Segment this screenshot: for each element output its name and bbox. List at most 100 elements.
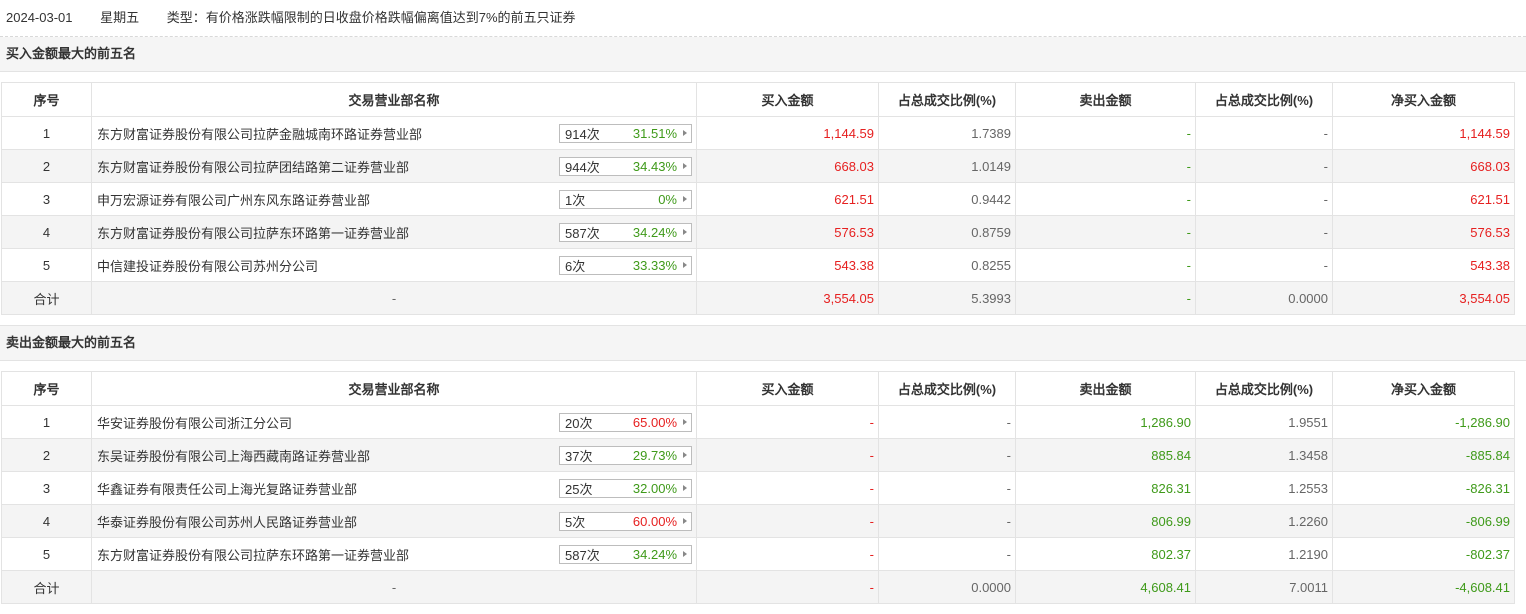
list-count: 944次	[565, 159, 600, 175]
net-amount: 621.51	[1332, 182, 1515, 216]
buy-amount: -	[696, 504, 879, 538]
broker-cell: 申万宏源证券有限公司广州东风东路证券营业部 1次 0%	[91, 182, 697, 216]
win-rate: 65.00%	[632, 414, 677, 430]
buy-amount: 576.53	[696, 215, 879, 249]
broker-name[interactable]: 申万宏源证券有限公司广州东风东路证券营业部	[97, 190, 370, 209]
net-amount: 543.38	[1332, 248, 1515, 282]
table-row: 2 东吴证券股份有限公司上海西藏南路证券营业部 37次 29.73% - -885.84 1…	[1, 438, 1515, 472]
win-rate: 34.43%	[632, 158, 677, 174]
sell-ratio: -	[1195, 248, 1333, 282]
win-rate: 34.24%	[632, 224, 677, 240]
broker-stats-button[interactable]: 25次 32.00%	[559, 478, 692, 498]
broker-stats-button[interactable]: 20次 65.00%	[559, 412, 692, 432]
broker-name-wrap: 华鑫证券有限责任公司上海光复路证券营业部 25次 32.00%	[92, 478, 696, 498]
col-name: 交易营业部名称	[91, 82, 697, 117]
broker-name[interactable]: 东方财富证券股份有限公司拉萨东环路第一证券营业部	[97, 223, 409, 242]
total-sell-ratio: 0.0000	[1195, 281, 1333, 315]
weekday: 星期五	[100, 10, 140, 25]
broker-stats-button[interactable]: 914次 31.51%	[559, 123, 692, 143]
table-row: 3 华鑫证券有限责任公司上海光复路证券营业部 25次 32.00% - -826.31 1.…	[1, 471, 1515, 505]
broker-cell: 东方财富证券股份有限公司拉萨金融城南环路证券营业部 914次 31.51%	[91, 116, 697, 150]
broker-stats-button[interactable]: 944次 34.43%	[559, 156, 692, 176]
table-row: 3 申万宏源证券有限公司广州东风东路证券营业部 1次 0% 621.51 0.9442- -…	[1, 182, 1515, 216]
broker-name[interactable]: 东方财富证券股份有限公司拉萨团结路第二证券营业部	[97, 157, 409, 176]
broker-cell: 东方财富证券股份有限公司拉萨团结路第二证券营业部 944次 34.43%	[91, 149, 697, 183]
col-sell-pct: 占总成交比例(%)	[1195, 371, 1333, 406]
broker-cell: 东吴证券股份有限公司上海西藏南路证券营业部 37次 29.73%	[91, 438, 697, 472]
buy-table-body: 1 东方财富证券股份有限公司拉萨金融城南环路证券营业部 914次 31.51% 1,14…	[1, 116, 1515, 315]
total-net: -4,608.41	[1332, 570, 1515, 604]
broker-stats-button[interactable]: 587次 34.24%	[559, 222, 692, 242]
win-rate: 34.24%	[632, 546, 677, 562]
broker-name-wrap: 东方财富证券股份有限公司拉萨东环路第一证券营业部 587次 34.24%	[92, 222, 696, 242]
table-row: 5 中信建投证券股份有限公司苏州分公司 6次 33.33% 543.38 0.8255- -…	[1, 248, 1515, 282]
caret-right-icon	[683, 551, 687, 557]
list-count: 587次	[565, 547, 600, 563]
sell-ratio: -	[1195, 149, 1333, 183]
row-no: 1	[1, 405, 92, 439]
buy-amount: -	[696, 537, 879, 571]
broker-cell: 东方财富证券股份有限公司拉萨东环路第一证券营业部 587次 34.24%	[91, 537, 697, 571]
broker-cell: 东方财富证券股份有限公司拉萨东环路第一证券营业部 587次 34.24%	[91, 215, 697, 249]
broker-name-wrap: 中信建投证券股份有限公司苏州分公司 6次 33.33%	[92, 255, 696, 275]
buy-ratio: -	[878, 537, 1016, 571]
col-net: 净买入金额	[1332, 371, 1515, 406]
caret-right-icon	[683, 163, 687, 169]
sell-amount: -	[1015, 215, 1196, 249]
broker-name[interactable]: 东方财富证券股份有限公司拉萨东环路第一证券营业部	[97, 545, 409, 564]
row-no: 2	[1, 438, 92, 472]
sell-ratio: -	[1195, 215, 1333, 249]
caret-right-icon	[683, 419, 687, 425]
list-count: 37次	[565, 448, 593, 464]
buy-ratio: -	[878, 504, 1016, 538]
net-amount: -885.84	[1332, 438, 1515, 472]
buy-ratio: -	[878, 471, 1016, 505]
broker-name[interactable]: 东方财富证券股份有限公司拉萨金融城南环路证券营业部	[97, 124, 422, 143]
broker-name[interactable]: 华鑫证券有限责任公司上海光复路证券营业部	[97, 479, 357, 498]
buy-ratio: 0.8759	[878, 215, 1016, 249]
list-type: 类型：有价格涨跌幅限制的日收盘价格跌幅偏离值达到7%的前五只证券	[166, 10, 576, 25]
broker-name[interactable]: 华安证券股份有限公司浙江分公司	[97, 413, 292, 432]
table-row: 4 东方财富证券股份有限公司拉萨东环路第一证券营业部 587次 34.24% 576.5…	[1, 215, 1515, 249]
col-buy-pct: 占总成交比例(%)	[878, 82, 1016, 117]
broker-name-wrap: 东方财富证券股份有限公司拉萨东环路第一证券营业部 587次 34.24%	[92, 544, 696, 564]
row-no: 3	[1, 182, 92, 216]
col-no: 序号	[1, 371, 92, 406]
broker-cell: 华鑫证券有限责任公司上海光复路证券营业部 25次 32.00%	[91, 471, 697, 505]
net-amount: -802.37	[1332, 537, 1515, 571]
sell-table-body: 1 华安证券股份有限公司浙江分公司 20次 65.00% - -1,286.90 1.955…	[1, 405, 1515, 604]
total-sell: 4,608.41	[1015, 570, 1196, 604]
col-sell: 卖出金额	[1015, 82, 1196, 117]
total-sell: -	[1015, 281, 1196, 315]
sell-ratio: -	[1195, 182, 1333, 216]
buy-ratio: 0.9442	[878, 182, 1016, 216]
buy-ratio: 0.8255	[878, 248, 1016, 282]
broker-name-wrap: 华安证券股份有限公司浙江分公司 20次 65.00%	[92, 412, 696, 432]
win-rate: 33.33%	[632, 257, 677, 273]
row-no: 5	[1, 248, 92, 282]
broker-name[interactable]: 东吴证券股份有限公司上海西藏南路证券营业部	[97, 446, 370, 465]
caret-right-icon	[683, 130, 687, 136]
broker-name[interactable]: 中信建投证券股份有限公司苏州分公司	[97, 256, 318, 275]
broker-name[interactable]: 华泰证券股份有限公司苏州人民路证券营业部	[97, 512, 357, 531]
total-row: 合计 -3,554.05 5.3993-0.0000 3,554.05	[1, 281, 1515, 315]
sell-amount: -	[1015, 116, 1196, 150]
broker-cell: 华安证券股份有限公司浙江分公司 20次 65.00%	[91, 405, 697, 439]
broker-stats-button[interactable]: 5次 60.00%	[559, 511, 692, 531]
total-buy: -	[696, 570, 879, 604]
total-label: 合计	[1, 570, 92, 604]
sell-ratio: 1.2553	[1195, 471, 1333, 505]
broker-stats-button[interactable]: 37次 29.73%	[559, 445, 692, 465]
broker-stats-button[interactable]: 6次 33.33%	[559, 255, 692, 275]
col-buy-pct: 占总成交比例(%)	[878, 371, 1016, 406]
sell-top5-table: 序号 交易营业部名称 买入金额 占总成交比例(%) 卖出金额 占总成交比例(%)…	[1, 371, 1515, 604]
net-amount: 1,144.59	[1332, 116, 1515, 150]
table-row: 1 华安证券股份有限公司浙江分公司 20次 65.00% - -1,286.90 1.955…	[1, 405, 1515, 439]
table-row: 4 华泰证券股份有限公司苏州人民路证券营业部 5次 60.00% - -806.99 1.2…	[1, 504, 1515, 538]
broker-stats-button[interactable]: 1次 0%	[559, 189, 692, 209]
row-no: 4	[1, 504, 92, 538]
sell-ratio: 1.9551	[1195, 405, 1333, 439]
broker-stats-button[interactable]: 587次 34.24%	[559, 544, 692, 564]
win-rate: 29.73%	[632, 447, 677, 463]
list-count: 6次	[565, 258, 586, 274]
